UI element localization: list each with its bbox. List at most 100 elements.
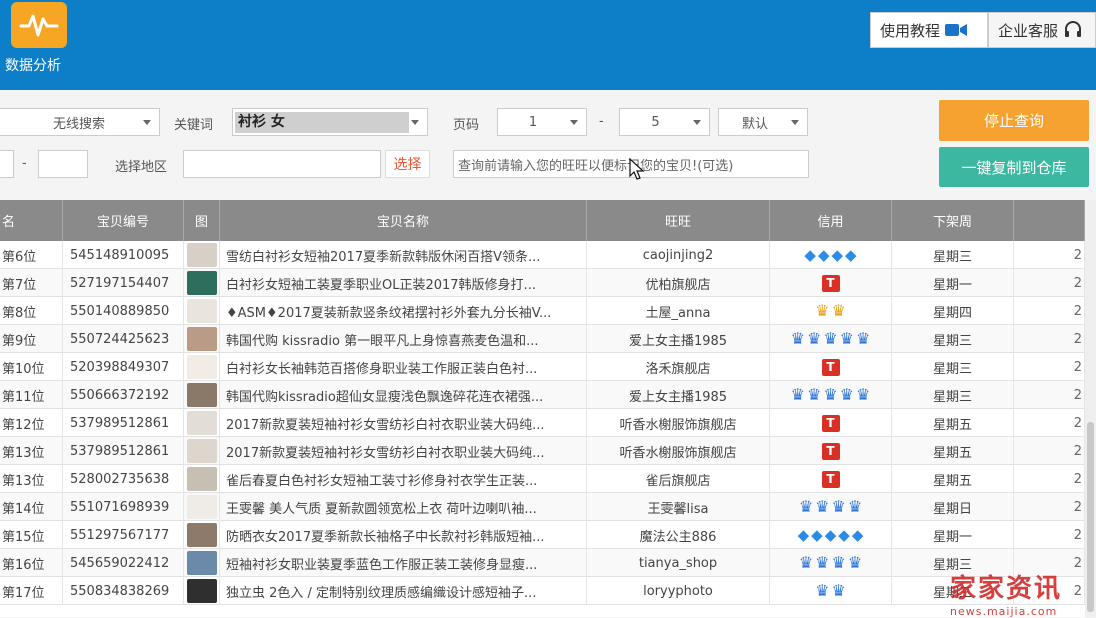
rank-cell: 第16位: [0, 549, 63, 577]
item-name-cell[interactable]: 防晒衣女2017夏季新款长袖格子中长款衬衫韩版短袖...: [220, 521, 587, 549]
page-from-select[interactable]: 1: [497, 108, 587, 136]
col-image[interactable]: 图: [184, 200, 220, 241]
credit-cell: ♛ ♛ ♛ ♛ ♛: [770, 381, 892, 409]
extra-cell: 2: [1014, 493, 1085, 521]
thumbnail-cell[interactable]: [184, 577, 220, 605]
stop-query-button[interactable]: 停止查询: [939, 100, 1089, 141]
service-button[interactable]: 企业客服: [988, 12, 1096, 48]
col-week[interactable]: 下架周: [892, 200, 1014, 241]
thumbnail-cell[interactable]: [184, 521, 220, 549]
thumbnail-cell[interactable]: [184, 297, 220, 325]
tmall-badge-icon: T: [821, 470, 840, 488]
rank-cell: 第15位: [0, 521, 63, 549]
chevron-down-icon: [791, 120, 799, 125]
mouse-cursor-icon: [629, 158, 645, 180]
page-to-value: 5: [651, 114, 660, 130]
table-row[interactable]: 第11位 550666372192 韩国代购kissradio超仙女显瘦浅色飘逸碎花…: [0, 381, 1085, 409]
thumbnail-cell[interactable]: [184, 353, 220, 381]
results-table: 名 宝贝编号 图 宝贝名称 旺旺 信用 下架周 第6位 545148910095 雪…: [0, 200, 1085, 617]
extra-cell: 2: [1014, 325, 1085, 353]
thumbnail-cell[interactable]: [184, 269, 220, 297]
col-rank[interactable]: 名: [0, 200, 63, 241]
item-name-cell[interactable]: 雪纺白衬衫女短袖2017夏季新款韩版休闲百搭V领条...: [220, 241, 587, 269]
crown-icon: ♛: [839, 329, 855, 348]
table-row[interactable]: 第10位 520398849307 白衬衫女长袖韩范百搭修身职业装工作服正装白色衬.…: [0, 353, 1085, 381]
col-shop[interactable]: 旺旺: [587, 200, 770, 241]
rank-cell: 第17位: [0, 577, 63, 605]
product-thumbnail: [186, 299, 217, 323]
col-id[interactable]: 宝贝编号: [63, 200, 184, 241]
table-row[interactable]: 第6位 545148910095 雪纺白衬衫女短袖2017夏季新款韩版休闲百搭V领条…: [0, 241, 1085, 269]
tmall-badge-icon: T: [821, 274, 840, 292]
table-row[interactable]: 第16位 545659022412 短袖衬衫女职业装夏季蓝色工作服正装工装修身显瘦.…: [0, 549, 1085, 577]
credit-cell: T: [770, 465, 892, 493]
keyword-select[interactable]: 衬衫 女: [232, 108, 428, 136]
diamond-icon: ◆: [817, 245, 830, 264]
copy-to-warehouse-button[interactable]: 一键复制到仓库: [939, 147, 1089, 187]
col-credit[interactable]: 信用: [770, 200, 892, 241]
thumbnail-cell[interactable]: [184, 437, 220, 465]
thumbnail-cell[interactable]: [184, 549, 220, 577]
table-row[interactable]: 第17位 550834838269 独立虫 2色入 / 定制特别纹理质感编織设计感短…: [0, 577, 1085, 605]
page-dash: -: [599, 114, 604, 129]
range-max-input[interactable]: [38, 150, 88, 178]
item-name-cell[interactable]: 独立虫 2色入 / 定制特别纹理质感编織设计感短袖子...: [220, 577, 587, 605]
region-label: 选择地区: [115, 160, 168, 175]
thumbnail-cell[interactable]: [184, 381, 220, 409]
app-title: 数据分析: [5, 58, 61, 74]
rank-cell: 第13位: [0, 465, 63, 493]
crown-icon: ♛: [815, 497, 830, 516]
table-row[interactable]: 第9位 550724425623 韩国代购 kissradio 第一眼平凡上身惊喜燕…: [0, 325, 1085, 353]
select-region-button[interactable]: 选择: [385, 150, 430, 178]
delist-week-cell: 星期三: [892, 325, 1014, 353]
table-row[interactable]: 第7位 527197154407 白衬衫女短袖工装夏季职业OL正装2017韩版修身打…: [0, 269, 1085, 297]
table-row[interactable]: 第13位 537989512861 2017新款夏装短袖衬衫女雪纺衫白衬衣职业装大码…: [0, 437, 1085, 465]
item-name-cell[interactable]: 白衬衫女长袖韩范百搭修身职业装工作服正装白色衬...: [220, 353, 587, 381]
item-name-cell[interactable]: 雀后春夏白色衬衫女短袖工装寸衫修身衬衣学生正装...: [220, 465, 587, 493]
item-id-cell: 545148910095: [63, 241, 184, 269]
thumbnail-cell[interactable]: [184, 465, 220, 493]
shop-cell: 王雯馨lisa: [587, 493, 770, 521]
table-row[interactable]: 第14位 551071698939 王雯馨 美人气质 夏新款圆领宽松上衣 荷叶边喇叭…: [0, 493, 1085, 521]
product-thumbnail: [186, 327, 217, 351]
search-mode-value: 无线搜索: [52, 116, 105, 132]
item-name-cell[interactable]: 短袖衬衫女职业装夏季蓝色工作服正装工装修身显瘦...: [220, 549, 587, 577]
item-name-cell[interactable]: 韩国代购 kissradio 第一眼平凡上身惊喜燕麦色温和...: [220, 325, 587, 353]
table-row[interactable]: 第15位 551297567177 防晒衣女2017夏季新款长袖格子中长款衬衫韩版短…: [0, 521, 1085, 549]
thumbnail-cell[interactable]: [184, 409, 220, 437]
item-id-cell: 528002735638: [63, 465, 184, 493]
diamond-icon: ◆: [804, 245, 816, 264]
delist-week-cell: 星期一: [892, 521, 1014, 549]
sort-value: 默认: [741, 116, 768, 132]
page-to-select[interactable]: 5: [619, 108, 710, 136]
extra-cell: 2: [1014, 269, 1085, 297]
region-input[interactable]: [183, 150, 381, 178]
item-name-cell[interactable]: 2017新款夏装短袖衬衫女雪纺衫白衬衣职业装大码纯...: [220, 409, 587, 437]
col-name[interactable]: 宝贝名称: [220, 200, 587, 241]
vertical-scrollbar[interactable]: [1085, 200, 1096, 617]
sort-select[interactable]: 默认: [718, 108, 808, 136]
item-name-cell[interactable]: 韩国代购kissradio超仙女显瘦浅色飘逸碎花连衣裙强...: [220, 381, 587, 409]
crown-icon: ♛: [815, 581, 830, 600]
pulse-icon[interactable]: [11, 2, 67, 48]
table-row[interactable]: 第8位 550140889850 ♦ASM♦2017夏装新款竖条纹裙摆衬衫外套九分长…: [0, 297, 1085, 325]
thumbnail-cell[interactable]: [184, 241, 220, 269]
extra-cell: 2: [1014, 241, 1085, 269]
table-row[interactable]: 第12位 537989512861 2017新款夏装短袖衬衫女雪纺衫白衬衣职业装大码…: [0, 409, 1085, 437]
search-mode-select[interactable]: 无线搜索: [0, 108, 160, 136]
crown-icon: ♛: [831, 553, 846, 572]
delist-week-cell: 星期四: [892, 297, 1014, 325]
item-name-cell[interactable]: 白衬衫女短袖工装夏季职业OL正装2017韩版修身打...: [220, 269, 587, 297]
thumbnail-cell[interactable]: [184, 493, 220, 521]
tutorial-button[interactable]: 使用教程: [870, 12, 988, 48]
item-name-cell[interactable]: ♦ASM♦2017夏装新款竖条纹裙摆衬衫外套九分长袖V...: [220, 297, 587, 325]
shop-cell: 洛禾旗舰店: [587, 353, 770, 381]
extra-cell: 2: [1014, 297, 1085, 325]
headset-icon: [1065, 21, 1082, 37]
range-min-input[interactable]: [0, 150, 14, 178]
table-row[interactable]: 第13位 528002735638 雀后春夏白色衬衫女短袖工装寸衫修身衬衣学生正装.…: [0, 465, 1085, 493]
item-name-cell[interactable]: 王雯馨 美人气质 夏新款圆领宽松上衣 荷叶边喇叭袖...: [220, 493, 587, 521]
thumbnail-cell[interactable]: [184, 325, 220, 353]
item-name-cell[interactable]: 2017新款夏装短袖衬衫女雪纺衫白衬衣职业装大码纯...: [220, 437, 587, 465]
col-extra[interactable]: [1014, 200, 1085, 241]
